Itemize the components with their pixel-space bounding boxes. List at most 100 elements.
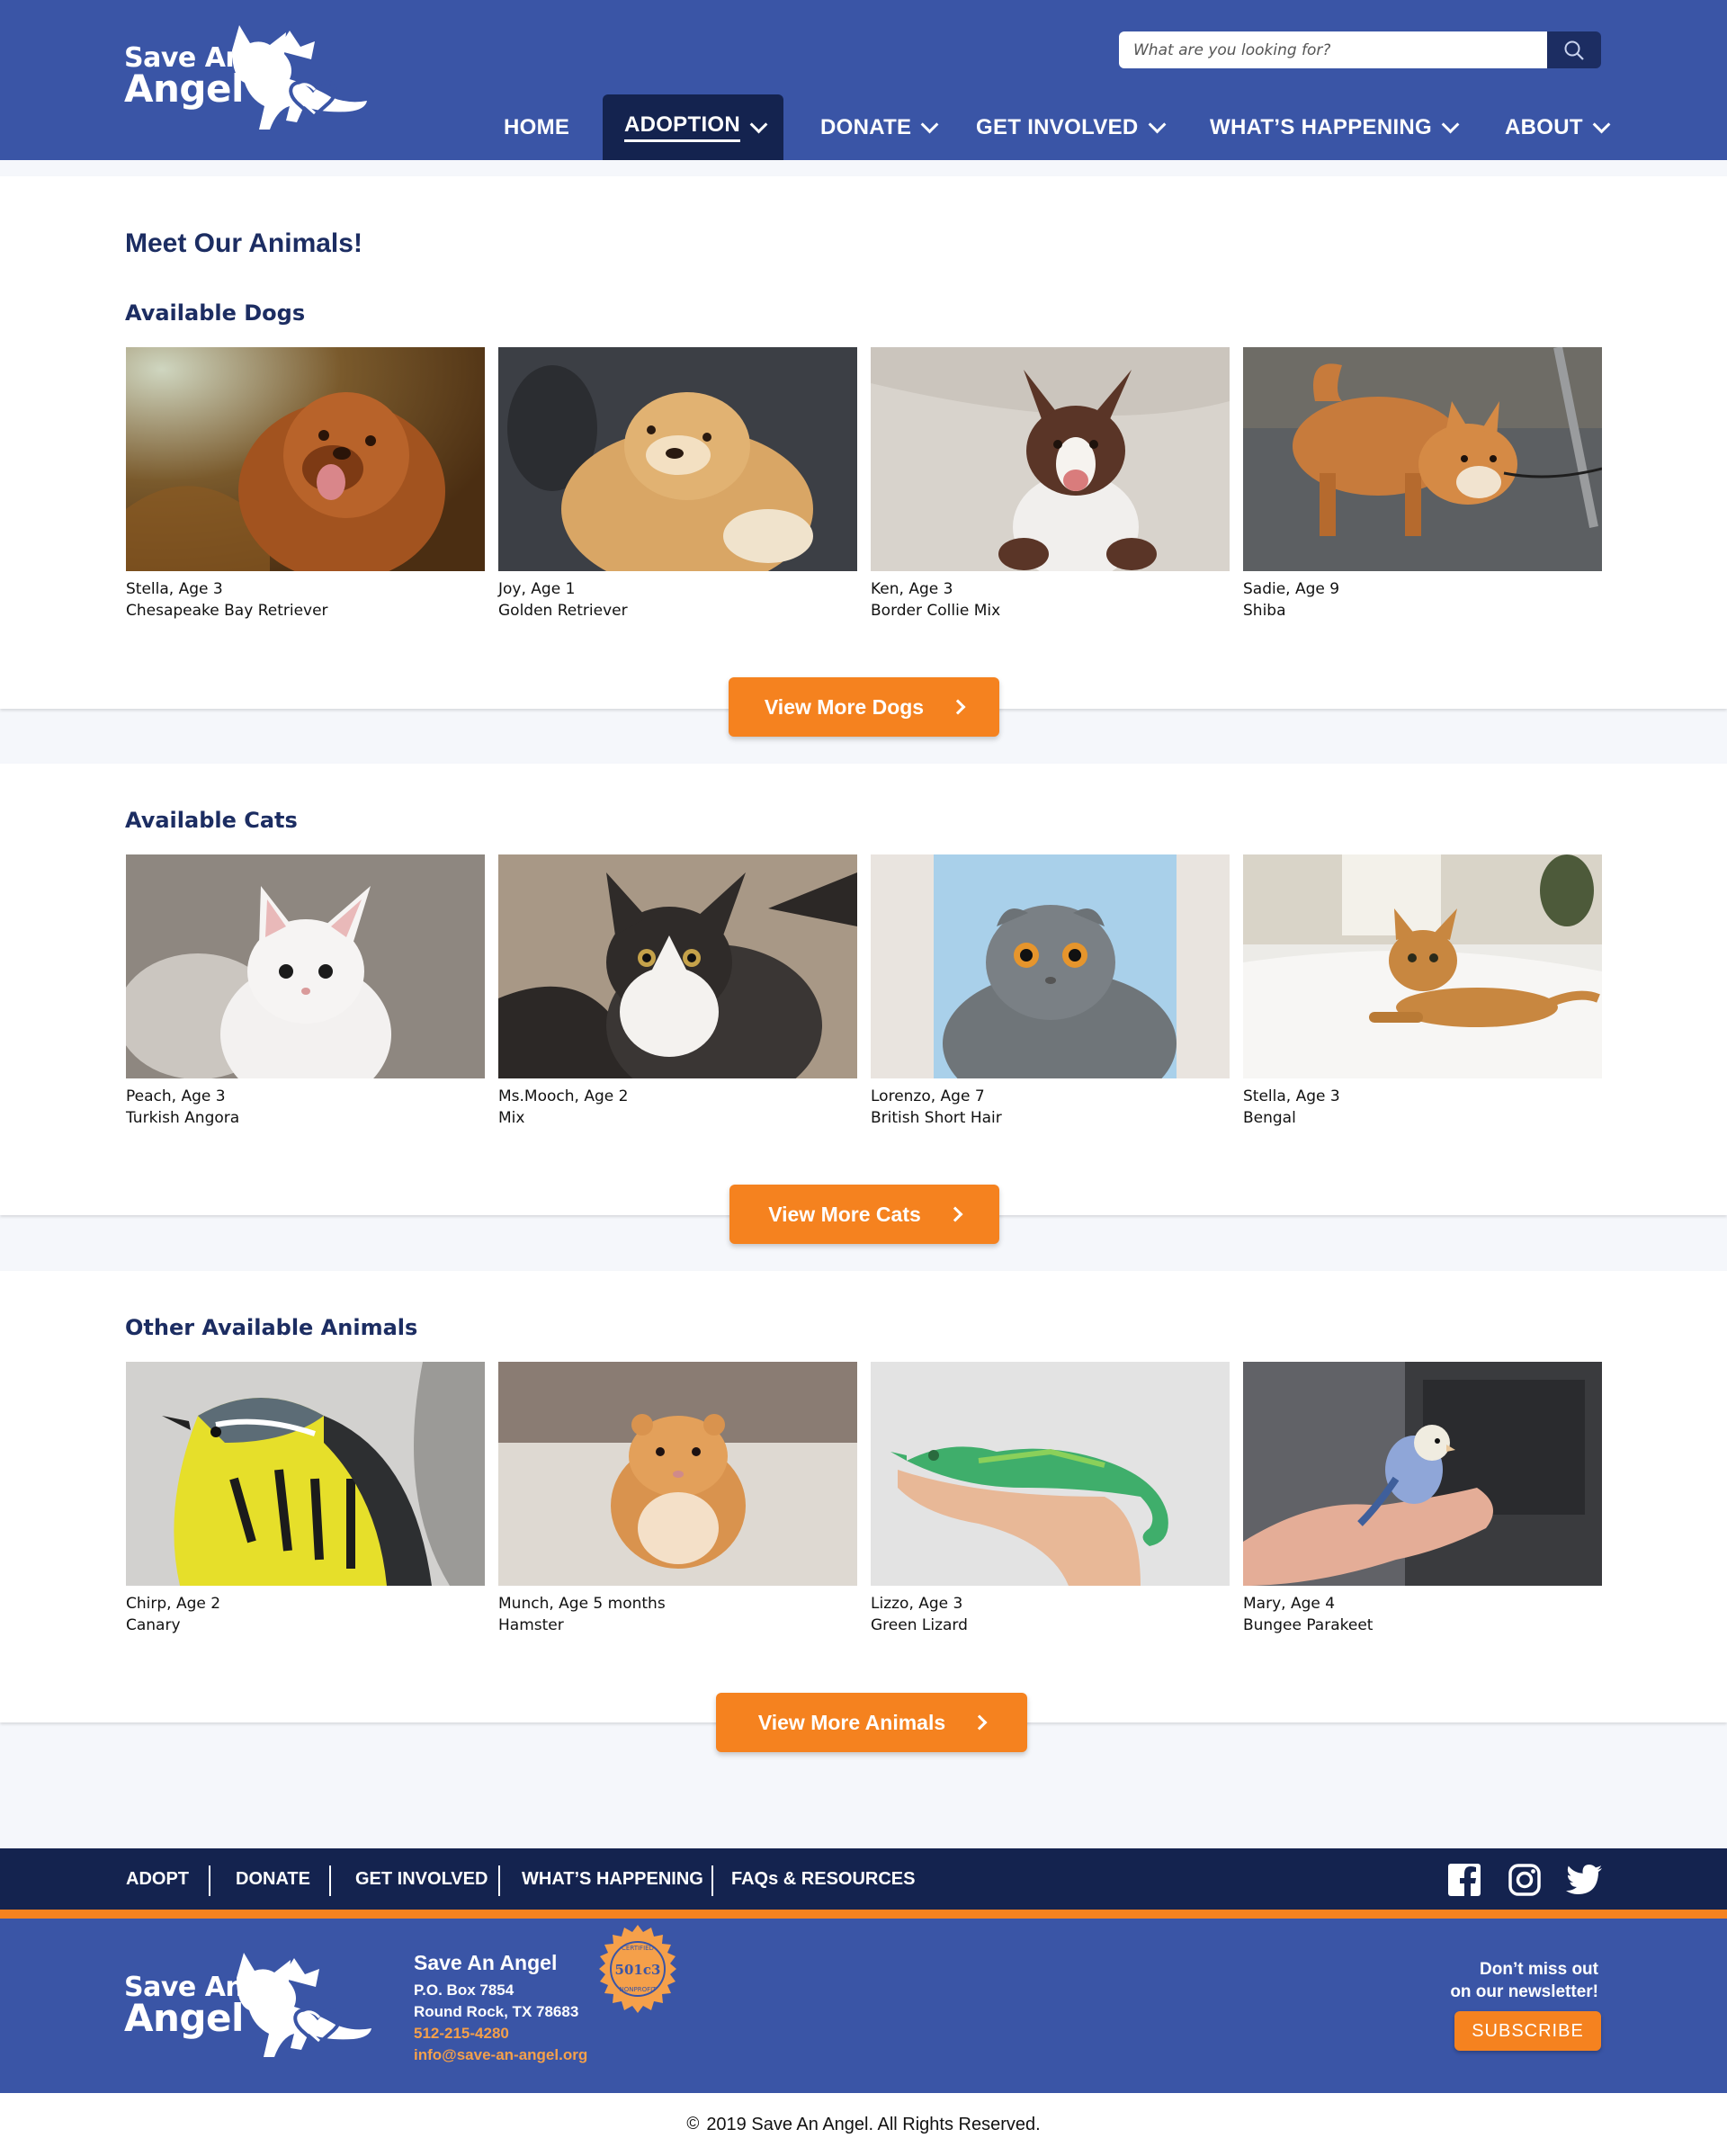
nav-whats-happening[interactable]: WHAT’S HAPPENING [1210,94,1460,160]
newsletter-promo: Don’t miss out on our newsletter! [1450,1958,1598,2003]
divider [711,1865,713,1896]
animal-card[interactable]: Munch, Age 5 months Hamster [498,1362,857,1636]
chevron-down-icon [1441,115,1460,133]
animal-breed: Shiba [1243,602,1286,620]
other-animals-section-title: Other Available Animals [125,1315,418,1340]
dog-photo [126,347,485,571]
animal-name: Munch, Age 5 months [498,1595,666,1613]
animal-breed: Green Lizard [871,1616,968,1634]
nav-adoption[interactable]: ADOPTION [603,94,783,160]
animal-card[interactable]: Stella, Age 3 Chesapeake Bay Retriever [126,347,485,622]
newsletter-line2: on our newsletter! [1450,1982,1598,2001]
view-more-dogs-button[interactable]: View More Dogs [729,677,999,737]
nav-donate[interactable]: DONATE [820,94,939,160]
animal-name: Stella, Age 3 [126,580,223,598]
nav-get-involved[interactable]: GET INVOLVED [976,94,1166,160]
org-phone-link[interactable]: 512-215-4280 [414,2025,509,2043]
svg-text:NONPROFIT: NONPROFIT [620,1986,658,1993]
animal-breed: Mix [498,1109,525,1127]
page-title: Meet Our Animals! [125,228,362,258]
cat-photo [498,854,857,1078]
animal-card[interactable]: Joy, Age 1 Golden Retriever [498,347,857,622]
animal-name: Mary, Age 4 [1243,1595,1336,1613]
animal-name: Sadie, Age 9 [1243,580,1340,598]
animal-name: Chirp, Age 2 [126,1595,221,1613]
footer-link-adopt[interactable]: ADOPT [126,1848,189,1910]
view-more-animals-button[interactable]: View More Animals [716,1693,1027,1752]
divider [329,1865,331,1896]
cat-photo [1243,854,1602,1078]
animal-name: Joy, Age 1 [498,580,576,598]
animal-breed: Border Collie Mix [871,602,1001,620]
animal-name: Ms.Mooch, Age 2 [498,1087,629,1105]
animal-breed: Bengal [1243,1109,1296,1127]
animal-breed: Golden Retriever [498,602,628,620]
footer-link-faqs[interactable]: FAQs & RESOURCES [731,1848,915,1910]
animal-card[interactable]: Mary, Age 4 Bungee Parakeet [1243,1362,1602,1636]
search-icon [1564,40,1584,60]
animal-name: Lizzo, Age 3 [871,1595,963,1613]
footer-logo[interactable]: Save An Angel [124,1951,380,2071]
dog-photo [871,347,1230,571]
animal-breed: Hamster [498,1616,564,1634]
animal-card[interactable]: Sadie, Age 9 Shiba [1243,347,1602,622]
animal-card[interactable]: Ms.Mooch, Age 2 Mix [498,854,857,1129]
animal-card[interactable]: Stella, Age 3 Bengal [1243,854,1602,1129]
footer-nav: ADOPT DONATE GET INVOLVED WHAT’S HAPPENI… [0,1848,1727,1910]
footer-main: Save An Angel Save An Angel P.O. Box 785… [0,1919,1727,2093]
instagram-icon[interactable] [1508,1863,1542,1897]
dog-cat-heart-icon [237,1953,371,2057]
dogs-section-title: Available Dogs [125,300,306,326]
svg-text:501c3: 501c3 [615,1962,661,1978]
divider [209,1865,210,1896]
animal-breed: Chesapeake Bay Retriever [126,602,328,620]
dog-cat-heart-icon [232,25,367,130]
animal-card[interactable]: Peach, Age 3 Turkish Angora [126,854,485,1129]
site-logo[interactable]: Save An Angel [124,23,371,144]
animal-card[interactable]: Lorenzo, Age 7 British Short Hair [871,854,1230,1129]
footer-link-get-involved[interactable]: GET INVOLVED [355,1848,488,1910]
animal-card[interactable]: Chirp, Age 2 Canary [126,1362,485,1636]
subscribe-button[interactable]: SUBSCRIBE [1454,2011,1601,2051]
org-address-line2: Round Rock, TX 78683 [414,2003,579,2020]
copyright-bar: © 2019 Save An Angel. All Rights Reserve… [0,2093,1727,2156]
nav-home[interactable]: HOME [504,94,569,160]
animal-name: Lorenzo, Age 7 [871,1087,985,1105]
animal-breed: Canary [126,1616,181,1634]
dog-photo [498,347,857,571]
nonprofit-seal-icon: CERTIFIED 501c3 NONPROFIT [599,1925,676,2013]
chevron-right-icon [950,699,966,715]
search-input[interactable] [1119,31,1547,68]
copyright-icon: © [686,2115,700,2134]
divider [498,1865,500,1896]
chevron-down-icon [920,115,939,133]
footer-link-donate[interactable]: DONATE [236,1848,310,1910]
bird-photo [126,1362,485,1586]
copyright-text: 2019 Save An Angel. All Rights Reserved. [706,2114,1041,2134]
chevron-down-icon [1592,115,1611,133]
facebook-icon[interactable] [1447,1863,1481,1897]
cat-photo [871,854,1230,1078]
twitter-icon[interactable] [1566,1863,1602,1897]
animal-breed: Bungee Parakeet [1243,1616,1374,1634]
animal-name: Ken, Age 3 [871,580,953,598]
animal-breed: British Short Hair [871,1109,1002,1127]
hamster-photo [498,1362,857,1586]
dog-photo [1243,347,1602,571]
view-more-cats-button[interactable]: View More Cats [729,1185,999,1244]
chevron-down-icon [749,115,768,133]
org-name: Save An Angel [414,1951,558,1974]
search-button[interactable] [1547,31,1601,68]
site-header: Save An Angel HOME ADOPTION [0,0,1727,160]
lizard-photo [871,1362,1230,1586]
animal-card[interactable]: Ken, Age 3 Border Collie Mix [871,347,1230,622]
org-email-link[interactable]: info@save-an-angel.org [414,2046,587,2064]
org-address-line1: P.O. Box 7854 [414,1982,515,1999]
nav-about[interactable]: ABOUT [1505,94,1611,160]
footer-link-whats-happening[interactable]: WHAT’S HAPPENING [522,1848,703,1910]
animal-card[interactable]: Lizzo, Age 3 Green Lizard [871,1362,1230,1636]
chevron-right-icon [971,1714,988,1731]
search-bar [1119,31,1601,68]
chevron-right-icon [947,1206,963,1222]
svg-text:CERTIFIED: CERTIFIED [622,1945,654,1952]
